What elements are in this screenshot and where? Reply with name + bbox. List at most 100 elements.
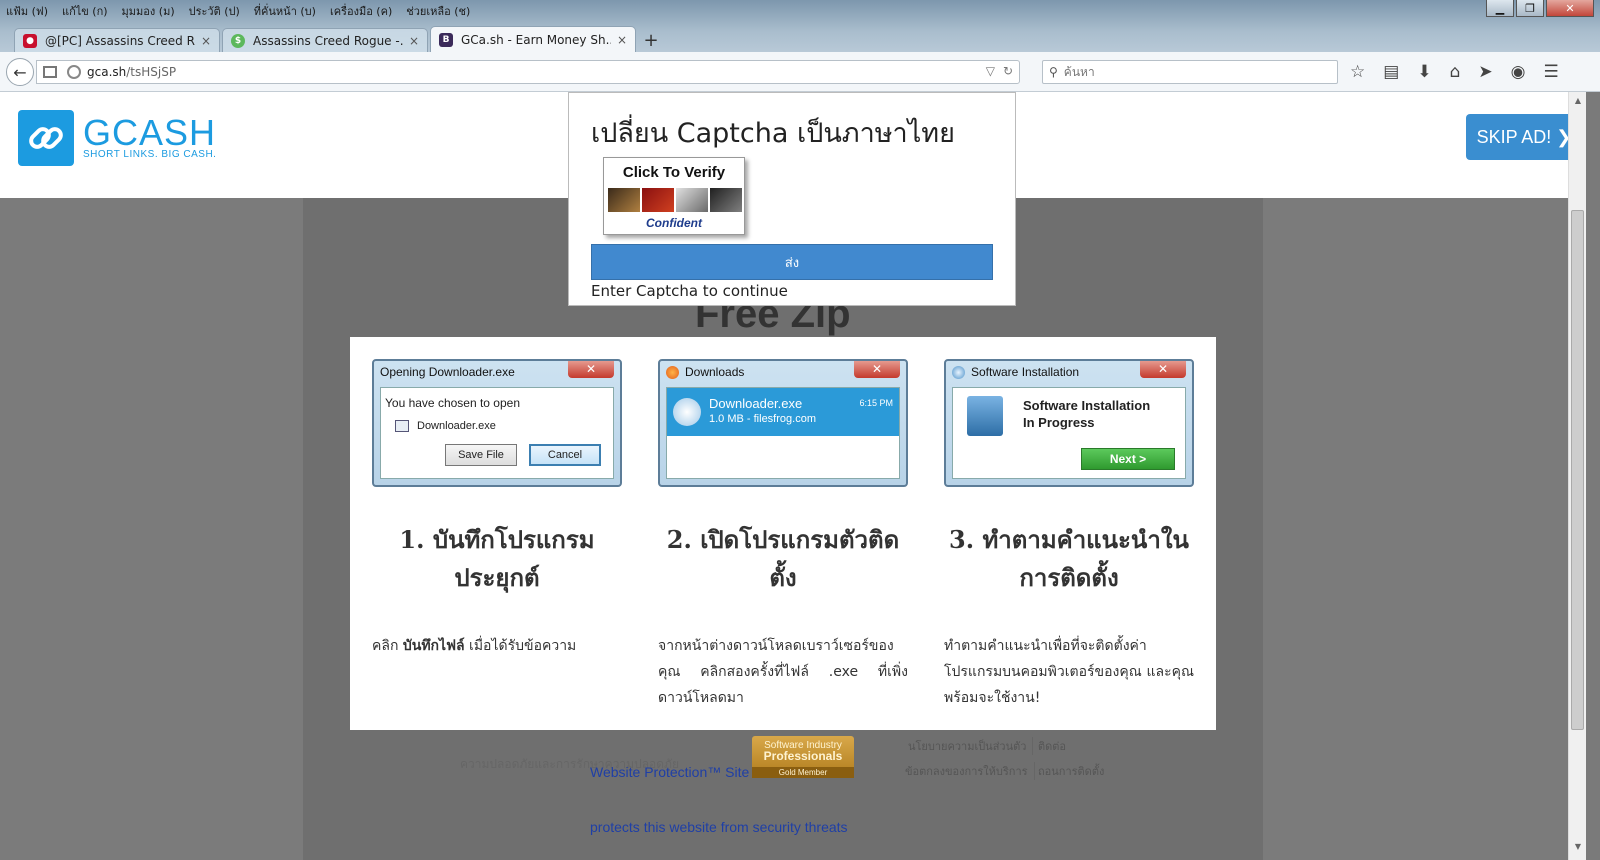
window-close-button[interactable]: ✕ (1546, 0, 1594, 17)
menu-file[interactable]: แฟ้ม (ฟ) (6, 2, 48, 20)
download-icon[interactable]: ⬇ (1417, 62, 1431, 82)
menu-view[interactable]: มุมมอง (ม) (122, 2, 175, 20)
close-icon: ✕ (1140, 361, 1186, 378)
installer-screenshot: Software Installation ✕ Software Install… (944, 359, 1194, 487)
setup-icon (952, 365, 965, 379)
install-steps-card: Opening Downloader.exe ✕ You have chosen… (350, 337, 1216, 730)
logo-wordmark[interactable]: GCASH (83, 112, 216, 154)
dialog-title: Opening Downloader.exe (380, 365, 515, 379)
tab-strip: ● @[PC] Assassins Creed R... × $ Assassi… (14, 26, 664, 52)
installer-icon (673, 398, 701, 426)
menu-tools[interactable]: เครื่องมือ (ค) (330, 2, 392, 20)
send-icon[interactable]: ➤ (1478, 62, 1492, 82)
search-placeholder: ค้นหา (1063, 64, 1095, 79)
dialog-title-text: Downloads (685, 365, 745, 379)
submit-button[interactable]: ส่ง (591, 244, 993, 280)
badge-line-3: Gold Member (752, 767, 854, 778)
dropdown-arrow-icon[interactable]: ▽ (986, 64, 995, 78)
gcash-logo-icon[interactable] (18, 110, 74, 166)
dialog-body: Software Installation In Progress Next > (952, 387, 1186, 479)
vertical-scrollbar[interactable]: ▲ ▼ (1568, 92, 1586, 860)
tab-title: @[PC] Assassins Creed R... (45, 33, 195, 48)
search-box[interactable]: ⚲ ค้นหา (1042, 60, 1338, 84)
menu-bar: แฟ้ม (ฟ) แก้ไข (ก) มุมมอง (ม) ประวัติ (ป… (6, 2, 470, 20)
tab-assassins-forum[interactable]: ● @[PC] Assassins Creed R... × (14, 28, 220, 52)
chat-icon[interactable]: ◉ (1511, 62, 1526, 82)
step-title: 1. บันทึกโปรแกรมประยุกต์ (399, 525, 595, 592)
tab-groups-icon[interactable] (43, 66, 57, 78)
desc-bold: บันทึกไฟล์ (402, 638, 465, 654)
bookmark-star-icon[interactable]: ☆ (1350, 62, 1365, 82)
download-time: 6:15 PM (859, 398, 893, 408)
minimize-button[interactable]: ▁ (1486, 0, 1514, 17)
captcha-label: Click To Verify (622, 164, 726, 181)
file-name: Downloader.exe (417, 420, 496, 432)
url-bar[interactable]: gca.sh/tsHSjSP ▽ ↻ (36, 60, 1020, 84)
tab-gcash[interactable]: B GCa.sh - Earn Money Sh... × (430, 26, 636, 52)
dialog-file: Downloader.exe (395, 420, 496, 432)
tab-assassins-rogue[interactable]: $ Assassins Creed Rogue -... × (222, 28, 428, 52)
tab-title: GCa.sh - Earn Money Sh... (461, 32, 611, 47)
tab-favicon-icon: ● (23, 33, 37, 48)
tab-close-icon[interactable]: × (617, 33, 627, 47)
url-bar-actions: ▽ ↻ (986, 64, 1013, 78)
scroll-up-arrow-icon[interactable]: ▲ (1569, 96, 1587, 110)
tab-title: Assassins Creed Rogue -... (253, 33, 403, 48)
captcha-widget[interactable]: Click To Verify Confident (603, 157, 745, 235)
modal-title: เปลี่ยน Captcha เป็นภาษาไทย (591, 118, 955, 149)
download-meta: 1.0 MB - filesfrog.com (709, 413, 816, 425)
dialog-text: You have chosen to open (385, 396, 521, 410)
install-text-2: In Progress (1023, 415, 1095, 430)
scroll-thumb[interactable] (1571, 210, 1584, 730)
step-title: 2. เปิดโปรแกรมตัวติดตั้ง (666, 525, 900, 592)
tab-close-icon[interactable]: × (201, 34, 211, 48)
scroll-down-arrow-icon[interactable]: ▼ (1569, 842, 1587, 856)
skip-ad-button[interactable]: SKIP AD! ❯ (1466, 114, 1568, 160)
back-button[interactable]: ← (6, 58, 34, 86)
step-1: Opening Downloader.exe ✕ You have chosen… (372, 359, 622, 659)
toolbar-icons: ☆ ▤ ⬇ ⌂ ➤ ◉ ☰ (1350, 62, 1559, 82)
tab-close-icon[interactable]: × (409, 34, 419, 48)
website-protection-link[interactable]: Website Protection™ Site (590, 764, 749, 780)
globe-icon (67, 65, 81, 79)
download-entry: Downloader.exe 1.0 MB - filesfrog.com 6:… (667, 388, 899, 436)
dialog-body: Downloader.exe 1.0 MB - filesfrog.com 6:… (666, 387, 900, 479)
reload-icon[interactable]: ↻ (1003, 64, 1013, 78)
navigation-toolbar: ← gca.sh/tsHSjSP ▽ ↻ ⚲ ค้นหา ☆ ▤ ⬇ ⌂ ➤ ◉… (0, 52, 1600, 92)
download-file-name: Downloader.exe (709, 396, 803, 411)
search-icon: ⚲ (1049, 65, 1058, 79)
uninstall-link[interactable]: ถอนการติดตั้ง (1038, 762, 1104, 780)
contact-link[interactable]: ติดต่อ (1038, 737, 1066, 755)
dialog-title: Software Installation (952, 365, 1079, 379)
menu-bookmarks[interactable]: ที่คั่นหน้า (บ) (254, 2, 316, 20)
file-icon (395, 420, 409, 432)
privacy-link[interactable]: นโยบายความเป็นส่วนตัว (908, 737, 1034, 755)
url-host: gca.sh (87, 65, 127, 79)
captcha-image-3 (676, 188, 708, 212)
tab-favicon-icon: B (439, 32, 453, 47)
dialog-title-text: Software Installation (971, 365, 1080, 379)
home-icon[interactable]: ⌂ (1450, 62, 1461, 82)
menu-help[interactable]: ช่วยเหลือ (ช) (406, 2, 470, 20)
reading-list-icon[interactable]: ▤ (1383, 62, 1399, 82)
install-box-icon (967, 396, 1003, 436)
menu-icon[interactable]: ☰ (1543, 62, 1558, 82)
terms-link[interactable]: ข้อตกลงของการให้บริการ (905, 762, 1035, 780)
cancel-button-image: Cancel (529, 444, 601, 466)
menu-history[interactable]: ประวัติ (ป) (189, 2, 240, 20)
next-button-image: Next > (1081, 448, 1175, 470)
step-description: คลิก บันทึกไฟล์ เมื่อได้รับข้อความ (372, 633, 622, 659)
logo-tagline: SHORT LINKS. BIG CASH. (83, 149, 217, 160)
save-dialog-screenshot: Opening Downloader.exe ✕ You have chosen… (372, 359, 622, 487)
downloads-screenshot: Downloads ✕ Downloader.exe 1.0 MB - file… (658, 359, 908, 487)
window-controls: ▁ ❐ ✕ (1486, 0, 1594, 17)
captcha-images (608, 188, 742, 212)
new-tab-button[interactable]: + (638, 28, 664, 52)
gold-member-badge[interactable]: Software Industry Professionals Gold Mem… (752, 736, 854, 778)
captcha-image-4 (710, 188, 742, 212)
maximize-button[interactable]: ❐ (1516, 0, 1544, 17)
protects-text: protects this website from security thre… (590, 819, 848, 835)
menu-edit[interactable]: แก้ไข (ก) (62, 2, 108, 20)
close-icon: ✕ (568, 361, 614, 378)
desc-post: เมื่อได้รับข้อความ (469, 638, 577, 654)
